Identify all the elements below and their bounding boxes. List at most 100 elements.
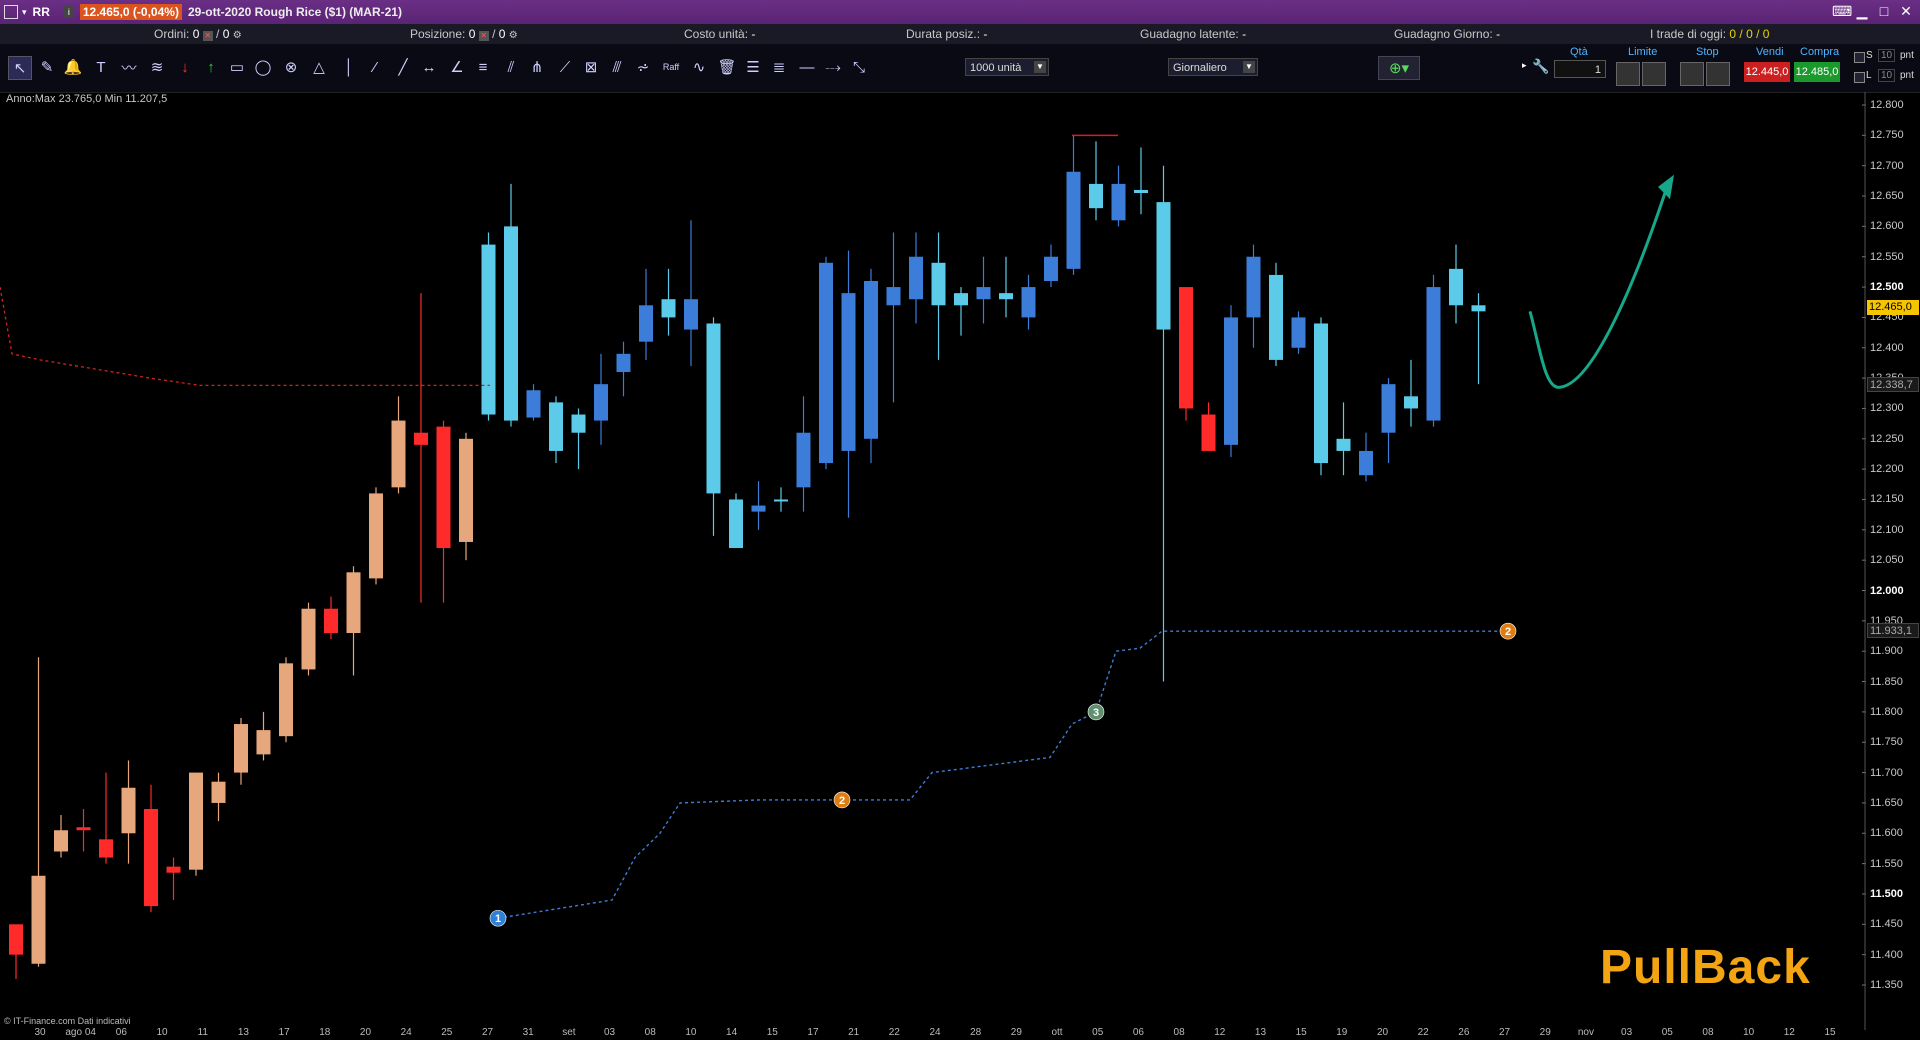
candle-body	[819, 262, 833, 464]
maximize-icon[interactable]: □	[1876, 3, 1892, 19]
date-tick-label: 18	[319, 1027, 331, 1038]
candle-body	[886, 287, 901, 306]
candle-body	[256, 730, 271, 755]
candle-body	[31, 875, 46, 964]
fan-icon[interactable]: ⟋	[554, 56, 576, 78]
candle-body	[954, 293, 968, 306]
cycle-icon[interactable]: ∿	[688, 56, 710, 78]
indicator-icon[interactable]: ⊕▾	[1378, 56, 1420, 80]
limit-buy-button[interactable]	[1616, 62, 1640, 86]
pitchfork-icon[interactable]: ⋔	[526, 56, 548, 78]
vertical-line-icon[interactable]: │	[338, 56, 360, 78]
l-value[interactable]: 10	[1878, 69, 1896, 82]
candle-body	[279, 663, 293, 737]
expand-arrow-icon[interactable]: ▸	[1522, 60, 1527, 71]
hline-icon[interactable]: —	[796, 56, 818, 78]
rectangle-icon[interactable]: ▭	[226, 56, 248, 78]
sell-arrow-icon[interactable]: ↓	[174, 56, 196, 78]
candle-body	[661, 299, 676, 318]
info-icon[interactable]: i	[63, 6, 74, 18]
remove-icon[interactable]: ✕	[478, 31, 489, 41]
raff-icon[interactable]: Raff	[660, 56, 682, 78]
ordini-label: Ordini:	[154, 27, 190, 41]
keyboard-icon[interactable]: ⌨	[1832, 3, 1852, 19]
wave-icon[interactable]: 〰	[118, 56, 140, 78]
candle-body	[414, 432, 428, 445]
zigzag-icon[interactable]: ≋	[146, 56, 168, 78]
arrow-line-icon[interactable]: ⤏	[822, 56, 844, 78]
candle-body	[1201, 414, 1216, 451]
gear-icon[interactable]: ⚙	[509, 30, 518, 41]
sell-button[interactable]: 12.445,0	[1744, 62, 1790, 82]
pencil-icon[interactable]: ✎	[36, 56, 58, 78]
multi-level-icon[interactable]: ≣	[768, 56, 790, 78]
date-axis[interactable]: 30 ago 04 06 10 11 13 17 18 20 24 25 27 31 set 03 08 10 1…	[0, 1027, 1866, 1040]
quantity-select[interactable]: 1000 unità ▼	[965, 58, 1049, 76]
speed-lines-icon[interactable]: ⫻	[606, 56, 628, 78]
candle-body	[549, 402, 563, 451]
price-axis[interactable]: 12.800 12.750 12.700 12.650 12.600 12.550 12.5…	[1866, 92, 1920, 1030]
candle-body	[1381, 384, 1396, 433]
cross-shape-icon[interactable]: ⊗	[280, 56, 302, 78]
gear-icon[interactable]: ⚙	[233, 30, 242, 41]
fibonacci-icon[interactable]: ≡	[472, 56, 494, 78]
candle-body	[211, 781, 226, 803]
window-menu-icon[interactable]	[4, 5, 18, 19]
expand-icon[interactable]: ⤡	[848, 56, 870, 78]
limit-sell-button[interactable]	[1642, 62, 1666, 86]
stop-sell-button[interactable]	[1706, 62, 1730, 86]
minimize-icon[interactable]: ▁	[1854, 3, 1870, 19]
gann-icon[interactable]: ⊠	[580, 56, 602, 78]
ellipse-icon[interactable]: ◯	[252, 56, 274, 78]
red-stop-line	[0, 286, 490, 387]
bell-icon[interactable]: 🔔	[62, 56, 84, 78]
remove-icon[interactable]: ✕	[202, 31, 213, 41]
cursor-icon[interactable]: ↖	[8, 56, 32, 80]
stop-buy-button[interactable]	[1680, 62, 1704, 86]
date-tick-label: 10	[685, 1027, 697, 1038]
s-value[interactable]: 10	[1878, 49, 1896, 62]
ray-icon[interactable]: ╱	[392, 56, 414, 78]
candle-body	[684, 299, 698, 330]
regression-icon[interactable]: ⩫	[632, 56, 654, 78]
s-checkbox[interactable]	[1854, 52, 1865, 63]
dropdown-arrow-icon[interactable]: ▾	[22, 7, 27, 18]
costo-info: Costo unità: -	[684, 27, 755, 41]
horizontal-range-icon[interactable]: ↔	[418, 56, 440, 78]
wrench-icon[interactable]: 🔧	[1532, 58, 1549, 75]
candle-body	[976, 287, 991, 300]
chevron-down-icon[interactable]: ▼	[1034, 61, 1046, 73]
limit-label: Limite	[1628, 46, 1658, 58]
date-tick-label: 08	[1173, 1027, 1185, 1038]
period-select[interactable]: Giornaliero ▼	[1168, 58, 1258, 76]
period-select-value: Giornaliero	[1173, 62, 1227, 74]
price-chart[interactable]: 1 2 3 2	[0, 92, 1866, 1030]
l-checkbox[interactable]	[1854, 72, 1865, 83]
trash-icon[interactable]: 🗑	[716, 56, 738, 78]
projection-arrowhead	[1658, 174, 1674, 200]
close-icon[interactable]: ✕	[1898, 3, 1914, 19]
chevron-down-icon[interactable]: ▼	[1243, 61, 1255, 73]
qty-input[interactable]: 1	[1554, 60, 1606, 78]
date-tick-label: 15	[1824, 1027, 1836, 1038]
date-tick-label: 08	[1702, 1027, 1714, 1038]
angle-icon[interactable]: ∠	[446, 56, 468, 78]
candle-body	[1156, 202, 1171, 330]
candle-body	[436, 426, 451, 549]
text-icon[interactable]: T	[90, 56, 112, 78]
candle-body	[1269, 274, 1283, 360]
buy-arrow-icon[interactable]: ↑	[200, 56, 222, 78]
levels-icon[interactable]: ☰	[742, 56, 764, 78]
channel-icon[interactable]: ⫽	[500, 56, 522, 78]
candle-body	[1359, 450, 1373, 476]
trendline-icon[interactable]: ⁄	[364, 56, 386, 78]
buy-button[interactable]: 12.485,0	[1794, 62, 1840, 82]
price-tick-label: 11.800	[1870, 705, 1903, 718]
price-tick-label: 12.000	[1870, 584, 1904, 597]
guadagno-latente-info: Guadagno latente: -	[1140, 27, 1246, 41]
candle-body	[1179, 287, 1193, 409]
signal-marker-label: 3	[1093, 707, 1099, 719]
guadagno-giorno-info: Guadagno Giorno: -	[1394, 27, 1500, 41]
triangle-icon[interactable]: △	[308, 56, 330, 78]
price-tick-label: 11.400	[1870, 948, 1903, 961]
